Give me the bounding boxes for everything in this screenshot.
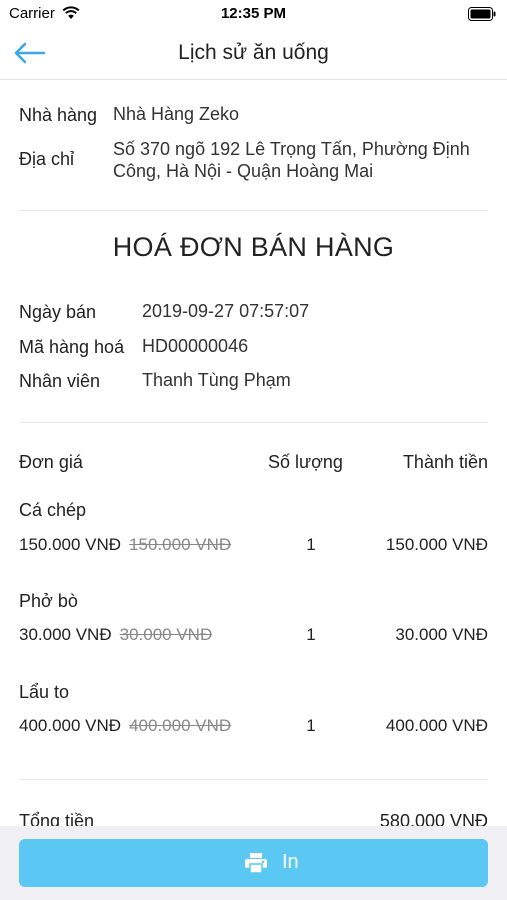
staff-name: Thanh Tùng Phạm [142,370,291,390]
item-quantity: 1 [306,535,316,554]
battery-icon [468,7,496,21]
divider [19,779,488,780]
print-button[interactable]: In [19,839,488,887]
restaurant-name: Nhà Hàng Zeko [113,104,240,124]
item-price: 30.000 VNĐ 30.000 VNĐ [19,625,212,645]
invoice-title: HOÁ ĐƠN BÁN HÀNG [112,232,395,262]
item-line-total: 30.000 VNĐ [395,625,488,644]
address-line-1: Số 370 ngõ 192 Lê Trọng Tấn, Phường Định [113,139,470,159]
item-unit-price: 30.000 VNĐ [19,625,112,644]
header-unit-price: Đơn giá [19,452,83,472]
status-bar: Carrier 12:35 PM [0,0,507,28]
page-title: Lịch sử ăn uống [178,41,329,64]
total-value: 580.000 VNĐ [379,811,488,826]
item-unit-price: 400.000 VNĐ [19,716,122,735]
address-label: Địa chỉ [19,149,75,169]
item-quantity: 1 [306,625,316,644]
header-quantity: Số lượng [268,452,343,472]
header-line-total: Thành tiền [402,452,488,472]
item-old-price: 400.000 VNĐ [129,716,232,735]
printer-icon [245,853,267,874]
divider [19,422,488,423]
invoice-code: HD00000046 [142,336,249,356]
item-line-total: 400.000 VNĐ [385,716,488,735]
sale-date-label: Ngày bán [19,302,97,322]
item-quantity: 1 [306,716,316,735]
sale-date: 2019-09-27 07:57:07 [142,301,310,321]
item-price: 150.000 VNĐ 150.000 VNĐ [19,535,231,555]
item-name: Lẩu to [19,682,70,702]
item-price: 400.000 VNĐ 400.000 VNĐ [19,716,231,736]
status-time: 12:35 PM [220,5,287,22]
print-button-label: In [282,851,299,873]
footer-bar: In [0,826,507,900]
item-line-total: 150.000 VNĐ [385,535,488,554]
invoice-code-label: Mã hàng hoá [19,337,125,357]
item-name: Cá chép [19,500,87,520]
nav-bar: Lịch sử ăn uống [0,28,507,80]
invoice-content[interactable]: Nhà hàng Nhà Hàng Zeko Địa chỉ Số 370 ng… [0,80,507,826]
item-name: Phở bò [19,591,78,611]
restaurant-name-label: Nhà hàng [19,105,98,125]
item-unit-price: 150.000 VNĐ [19,535,122,554]
divider [19,210,488,211]
item-old-price: 150.000 VNĐ [129,535,232,554]
staff-label: Nhân viên [19,371,101,391]
item-old-price: 30.000 VNĐ [119,625,213,644]
address-value: Số 370 ngõ 192 Lê Trọng Tấn, Phường Định… [113,138,493,182]
total-label: Tổng tiền [19,811,95,826]
address-line-2: Công, Hà Nội - Quận Hoàng Mai [113,161,374,181]
